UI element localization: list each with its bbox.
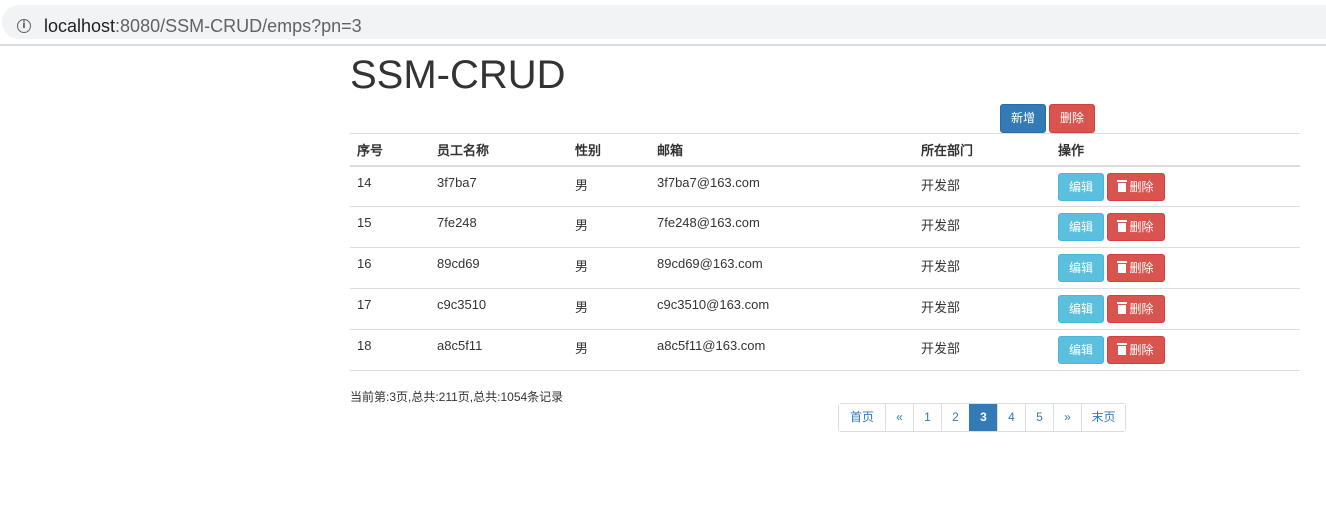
header-id: 序号 — [350, 133, 430, 167]
trash-icon — [1117, 302, 1128, 314]
next-page-link[interactable]: » — [1053, 404, 1081, 431]
pagination: 首页 « 1 2 3 4 5 » 末页 — [838, 403, 1126, 432]
row-dept: 开发部 — [914, 206, 1051, 248]
prev-page-link[interactable]: « — [885, 404, 913, 431]
url-field[interactable]: i localhost:8080/SSM-CRUD/emps?pn=3 — [2, 5, 1326, 39]
info-icon[interactable]: i — [17, 19, 31, 33]
page-link-3-current[interactable]: 3 — [969, 404, 997, 431]
edit-button[interactable]: 编辑 — [1058, 336, 1104, 364]
row-delete-label: 删除 — [1129, 179, 1154, 194]
page-info: 当前第:3页,总共:211页,总共:1054条记录 — [350, 390, 564, 404]
row-name: 7fe248 — [430, 206, 568, 248]
row-email: a8c5f11@163.com — [650, 329, 914, 371]
row-actions: 编辑 删除 — [1051, 206, 1300, 248]
edit-button[interactable]: 编辑 — [1058, 254, 1104, 282]
row-gender: 男 — [568, 165, 650, 207]
last-page-link[interactable]: 末页 — [1081, 404, 1125, 431]
row-email: 3f7ba7@163.com — [650, 165, 914, 207]
row-gender: 男 — [568, 288, 650, 330]
edit-button[interactable]: 编辑 — [1058, 213, 1104, 241]
row-actions: 编辑 删除 — [1051, 165, 1300, 207]
row-gender: 男 — [568, 206, 650, 248]
row-id: 17 — [350, 288, 430, 330]
trash-icon — [1117, 179, 1128, 192]
trash-icon — [1117, 261, 1128, 273]
table-row: 15 7fe248 男 7fe248@163.com 开发部 编辑 删除 — [350, 206, 1300, 248]
row-actions: 编辑 删除 — [1051, 329, 1300, 371]
row-dept: 开发部 — [914, 165, 1051, 207]
row-email: c9c3510@163.com — [650, 288, 914, 330]
row-email: 7fe248@163.com — [650, 206, 914, 248]
table-row: 14 3f7ba7 男 3f7ba7@163.com 开发部 编辑 删除 — [350, 165, 1300, 207]
trash-icon — [1117, 343, 1128, 355]
row-delete-button[interactable]: 删除 — [1107, 254, 1165, 282]
row-id: 14 — [350, 165, 430, 207]
row-delete-label: 删除 — [1129, 343, 1154, 357]
trash-icon — [1117, 220, 1128, 232]
row-delete-button[interactable]: 删除 — [1107, 336, 1165, 364]
url-host: localhost — [44, 16, 116, 36]
url-path: :8080/SSM-CRUD/emps?pn=3 — [115, 16, 362, 36]
header-email: 邮箱 — [650, 133, 914, 167]
row-name: 89cd69 — [430, 247, 568, 289]
url-text[interactable]: localhost:8080/SSM-CRUD/emps?pn=3 — [44, 16, 362, 37]
row-id: 18 — [350, 329, 430, 371]
row-delete-button[interactable]: 删除 — [1107, 295, 1165, 323]
row-actions: 编辑 删除 — [1051, 247, 1300, 289]
row-gender: 男 — [568, 329, 650, 371]
employee-table: 序号 员工名称 性别 邮箱 所在部门 操作 14 3f7ba7 男 3f7ba7@16… — [350, 133, 1300, 371]
browser-address-bar: i localhost:8080/SSM-CRUD/emps?pn=3 — [0, 0, 1326, 46]
row-dept: 开发部 — [914, 247, 1051, 289]
row-actions: 编辑 删除 — [1051, 288, 1300, 330]
row-delete-button[interactable]: 删除 — [1107, 172, 1165, 201]
header-gender: 性别 — [568, 133, 650, 167]
row-gender: 男 — [568, 247, 650, 289]
table-row: 18 a8c5f11 男 a8c5f11@163.com 开发部 编辑 删除 — [350, 329, 1300, 371]
edit-button[interactable]: 编辑 — [1058, 295, 1104, 323]
row-name: a8c5f11 — [430, 329, 568, 371]
row-delete-label: 删除 — [1129, 220, 1154, 234]
employee-table-container: 序号 员工名称 性别 邮箱 所在部门 操作 14 3f7ba7 男 3f7ba7@16… — [350, 133, 1300, 371]
header-dept: 所在部门 — [914, 133, 1051, 167]
add-button[interactable]: 新增 — [1000, 104, 1046, 133]
page-link-2[interactable]: 2 — [941, 404, 969, 431]
page-link-5[interactable]: 5 — [1025, 404, 1053, 431]
row-email: 89cd69@163.com — [650, 247, 914, 289]
edit-button[interactable]: 编辑 — [1058, 172, 1104, 201]
row-dept: 开发部 — [914, 329, 1051, 371]
row-delete-label: 删除 — [1129, 261, 1154, 275]
row-name: c9c3510 — [430, 288, 568, 330]
row-id: 15 — [350, 206, 430, 248]
first-page-link[interactable]: 首页 — [839, 404, 885, 431]
header-actions: 操作 — [1051, 133, 1300, 167]
row-dept: 开发部 — [914, 288, 1051, 330]
table-row: 16 89cd69 男 89cd69@163.com 开发部 编辑 删除 — [350, 247, 1300, 289]
row-delete-label: 删除 — [1129, 302, 1154, 316]
delete-button[interactable]: 删除 — [1049, 104, 1095, 133]
page-link-1[interactable]: 1 — [913, 404, 941, 431]
table-header-row: 序号 员工名称 性别 邮箱 所在部门 操作 — [350, 133, 1300, 167]
header-name: 员工名称 — [430, 133, 568, 167]
row-name: 3f7ba7 — [430, 165, 568, 207]
page-title: SSM-CRUD — [350, 53, 566, 97]
table-row: 17 c9c3510 男 c9c3510@163.com 开发部 编辑 删除 — [350, 288, 1300, 330]
row-id: 16 — [350, 247, 430, 289]
row-delete-button[interactable]: 删除 — [1107, 213, 1165, 241]
page-link-4[interactable]: 4 — [997, 404, 1025, 431]
